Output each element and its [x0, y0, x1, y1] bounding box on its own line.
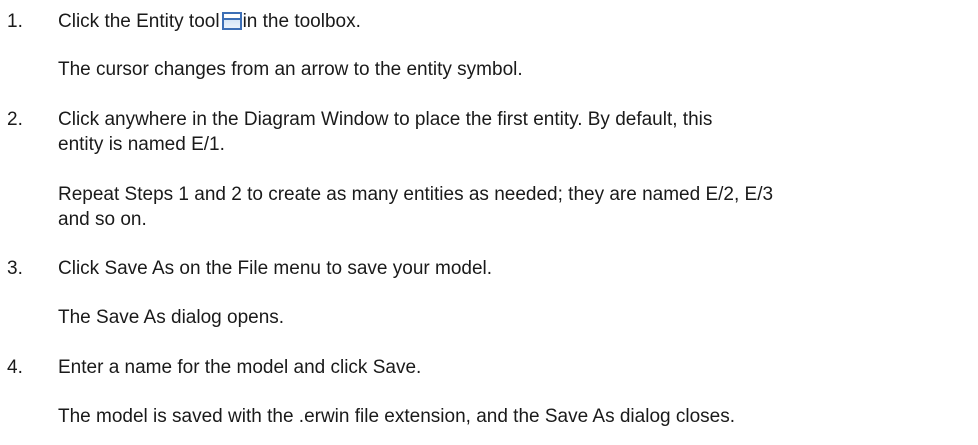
step-3-result: The Save As dialog opens. — [58, 307, 285, 328]
instruction-document: 1. Click the Entity tool in the toolbox. … — [0, 0, 978, 445]
step-4-number: 4. — [7, 357, 23, 378]
step-2-text-line-1: Click anywhere in the Diagram Window to … — [58, 109, 713, 130]
step-3-text: Click Save As on the File menu to save y… — [58, 258, 493, 279]
step-2-text-line-2: entity is named E/1. — [58, 134, 225, 155]
step-1-text-after-icon: in the toolbox. — [242, 11, 361, 32]
step-1-number: 1. — [7, 11, 23, 32]
step-1-text-before-icon: Click the Entity tool — [58, 11, 220, 32]
step-4-result: The model is saved with the .erwin file … — [58, 406, 735, 427]
step-4-text: Enter a name for the model and click Sav… — [58, 357, 422, 378]
step-1-text: Click the Entity tool in the toolbox. — [58, 10, 361, 33]
entity-tool-icon — [221, 12, 242, 30]
step-2-note-line-2: and so on. — [58, 209, 147, 230]
step-1-result: The cursor changes from an arrow to the … — [58, 59, 523, 80]
step-2-note-line-1: Repeat Steps 1 and 2 to create as many e… — [58, 184, 774, 205]
step-3-number: 3. — [7, 258, 23, 279]
step-2-number: 2. — [7, 109, 23, 130]
